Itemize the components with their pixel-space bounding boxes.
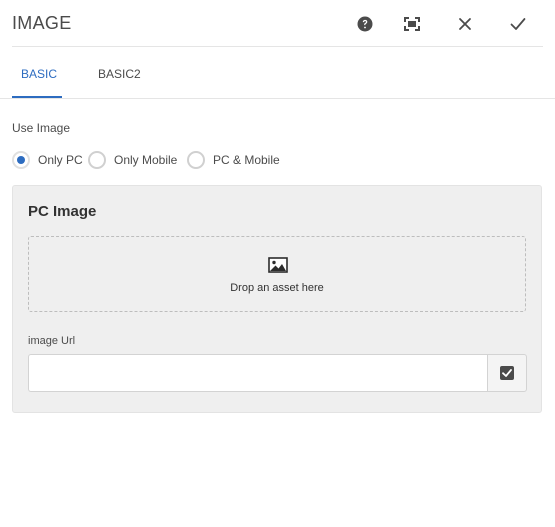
dialog-header: IMAGE: [0, 0, 555, 47]
tab-bar: BASIC BASIC2: [0, 47, 555, 99]
use-image-label: Use Image: [12, 121, 71, 135]
dialog-title: IMAGE: [12, 13, 72, 33]
pc-image-panel: PC Image Drop an asset here image Url: [12, 185, 542, 413]
image-url-label: image Url: [28, 335, 76, 347]
fullscreen-icon: [404, 17, 420, 31]
tab-basic[interactable]: BASIC: [21, 67, 57, 81]
radio-only-pc[interactable]: Only PC: [12, 150, 83, 170]
image-url-input[interactable]: [28, 354, 487, 392]
close-icon: [459, 18, 471, 30]
tab-basic2[interactable]: BASIC2: [98, 67, 141, 81]
radio-only-mobile[interactable]: Only Mobile: [88, 150, 177, 170]
done-check-icon: [510, 18, 526, 30]
radio-only-mobile-circle[interactable]: [88, 151, 106, 169]
image-icon: [268, 257, 288, 273]
radio-pc-and-mobile-circle[interactable]: [187, 151, 205, 169]
pc-image-title: PC Image: [28, 203, 97, 220]
asset-dropzone[interactable]: Drop an asset here: [28, 236, 526, 312]
radio-pc-and-mobile[interactable]: PC & Mobile: [187, 150, 280, 170]
radio-only-mobile-label: Only Mobile: [114, 153, 178, 167]
close-button[interactable]: [453, 12, 477, 36]
fullscreen-button[interactable]: [400, 12, 424, 36]
dropzone-text: Drop an asset here: [230, 282, 324, 294]
image-url-browse-button[interactable]: [487, 354, 527, 392]
radio-only-pc-circle[interactable]: [12, 151, 30, 169]
radio-pc-and-mobile-label: PC & Mobile: [213, 153, 280, 167]
checkbox-checked-icon: [500, 366, 514, 380]
radio-only-pc-label: Only PC: [38, 153, 83, 167]
tabs-divider: [0, 98, 555, 99]
help-button[interactable]: [353, 12, 377, 36]
help-icon: [357, 16, 373, 32]
done-button[interactable]: [506, 12, 530, 36]
